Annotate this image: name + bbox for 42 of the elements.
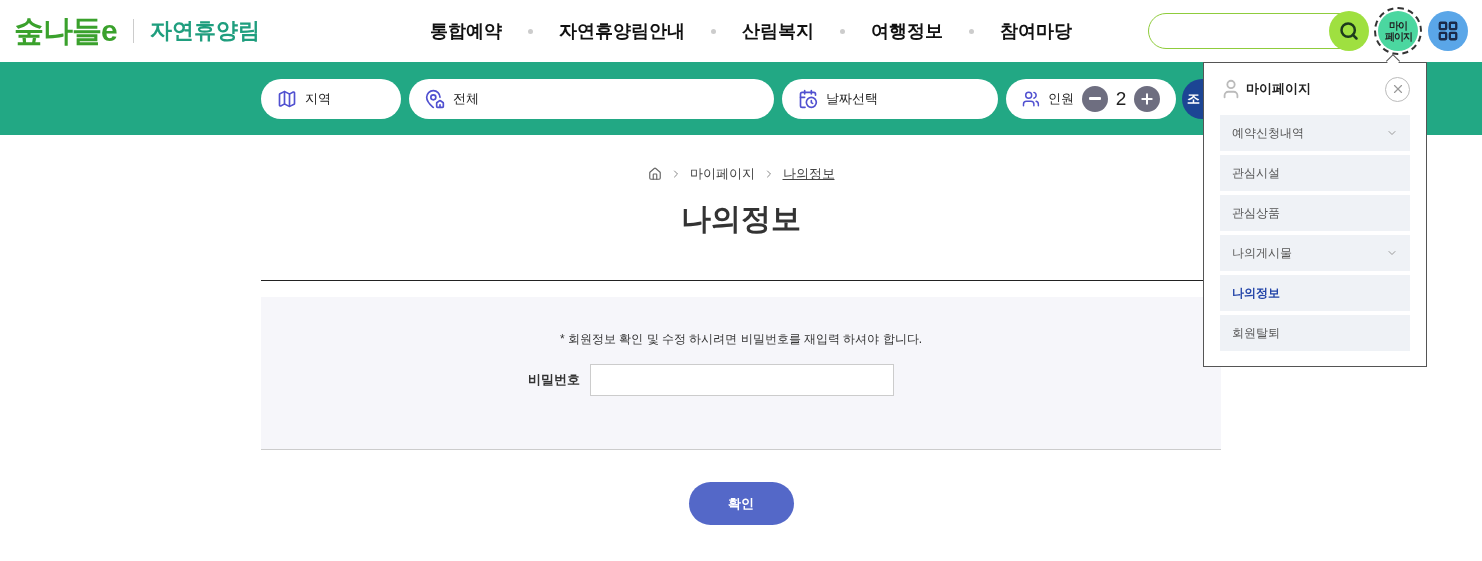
breadcrumb-link[interactable]: 나의정보 <box>782 165 835 183</box>
notice-text: * 회원정보 확인 및 수정 하시려면 비밀번호를 재입력 하셔야 합니다. <box>560 331 922 348</box>
nav-item[interactable]: 참여마당 <box>999 19 1072 43</box>
menu-item[interactable]: 관심시설 <box>1220 155 1410 191</box>
place-select[interactable]: 전체 <box>409 78 774 119</box>
menu-button[interactable] <box>1428 11 1468 51</box>
separator-dot <box>527 28 533 34</box>
minus-button[interactable] <box>1081 85 1108 112</box>
mypage-button[interactable]: 마이 페이지 <box>1378 11 1418 51</box>
nav-item[interactable]: 여행정보 <box>870 19 943 43</box>
menu-item[interactable]: 회원탈퇴 <box>1220 315 1410 351</box>
menu-item[interactable]: 예약신청내역 <box>1220 115 1410 151</box>
separator-dot <box>710 28 716 34</box>
nav-item[interactable]: 자연휴양림안내 <box>558 19 685 43</box>
home-icon[interactable] <box>647 167 662 181</box>
minus-icon <box>1088 97 1101 100</box>
plus-button[interactable] <box>1134 85 1160 112</box>
confirm-button[interactable]: 확인 <box>688 482 794 525</box>
password-label: 비밀번호 <box>528 371 580 389</box>
people-count: 2 <box>1115 87 1127 110</box>
region-select[interactable]: 지역 <box>261 78 401 119</box>
search-button[interactable] <box>1329 11 1369 51</box>
people-label: 인원 <box>1047 89 1074 108</box>
map-icon <box>277 88 297 109</box>
nav-item[interactable]: 통합예약 <box>429 19 502 43</box>
people-icon <box>1022 89 1040 108</box>
menu-item[interactable]: 관심상품 <box>1220 195 1410 231</box>
grid-icon <box>1437 20 1459 42</box>
nav-item[interactable]: 산림복지 <box>741 19 814 43</box>
separator-dot <box>839 28 845 34</box>
house-pin-icon <box>425 88 445 109</box>
breadcrumb-link[interactable]: 마이페이지 <box>689 165 755 183</box>
menu-item[interactable]: 나의정보 <box>1220 275 1410 311</box>
search-icon <box>1339 21 1359 41</box>
menu-item[interactable]: 나의게시물 <box>1220 235 1410 271</box>
calendar-icon <box>798 88 818 109</box>
separator-dot <box>968 28 974 34</box>
page-title: 나의정보 <box>681 201 801 237</box>
close-button[interactable] <box>1385 76 1410 102</box>
dropdown-title: 마이페이지 <box>1246 80 1311 98</box>
date-select[interactable]: 날짜선택 <box>782 78 998 119</box>
password-field[interactable] <box>590 364 894 396</box>
